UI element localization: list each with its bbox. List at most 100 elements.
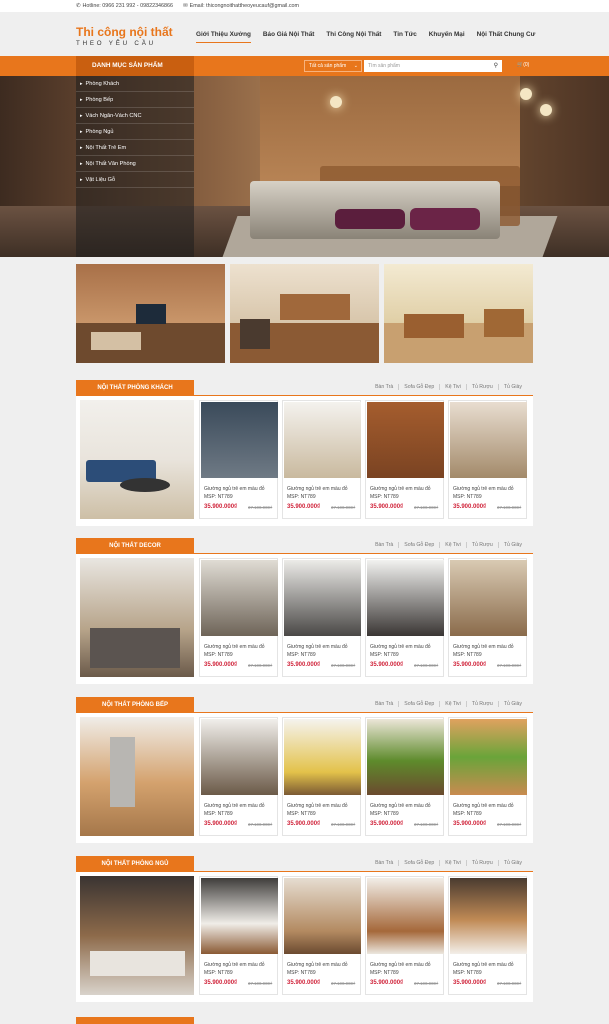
section-title[interactable]: NỘI THẤT PHÒNG BẾP bbox=[76, 697, 194, 713]
section-link[interactable]: Bàn Trà bbox=[370, 542, 398, 548]
section-link[interactable]: Sofa Gỗ Đẹp bbox=[398, 701, 439, 707]
product-name[interactable]: Giường ngủ trẻ em màu đỏ bbox=[287, 962, 348, 968]
section-link[interactable]: Tủ Giày bbox=[497, 860, 527, 866]
product-card[interactable]: Giường ngủ trẻ em màu đỏ MSP: NT789 35.9… bbox=[365, 876, 444, 995]
product-card[interactable]: Giường ngủ trẻ em màu đỏ MSP: NT789 35.9… bbox=[448, 717, 527, 836]
section-link[interactable]: Bàn Trà bbox=[370, 384, 398, 390]
section-link[interactable]: Kệ Tivi bbox=[439, 384, 466, 390]
product-card[interactable]: Giường ngủ trẻ em màu đỏ MSP: NT789 35.9… bbox=[448, 876, 527, 995]
product-image[interactable] bbox=[367, 719, 444, 795]
product-card[interactable]: Giường ngủ trẻ em màu đỏ MSP: NT789 35.9… bbox=[448, 400, 527, 519]
product-card[interactable]: Giường ngủ trẻ em màu đỏ MSP: NT789 35.9… bbox=[282, 876, 361, 995]
product-name[interactable]: Giường ngủ trẻ em màu đỏ bbox=[453, 803, 514, 809]
nav-tin-tuc[interactable]: Tin Tức bbox=[393, 31, 416, 43]
promo-banner[interactable] bbox=[230, 264, 379, 363]
product-name[interactable]: Giường ngủ trẻ em màu đỏ bbox=[287, 644, 348, 650]
nav-thi-cong-noi-that[interactable]: Thi Công Nội Thất bbox=[326, 31, 381, 43]
category-item-phong-ngu[interactable]: ▸ Phòng Ngủ bbox=[76, 124, 194, 140]
nav-khuyen-mai[interactable]: Khuyến Mại bbox=[429, 31, 465, 43]
section-link[interactable]: Sofa Gỗ Đẹp bbox=[398, 860, 439, 866]
product-image[interactable] bbox=[201, 560, 278, 636]
nav-noi-that-chung-cu[interactable]: Nội Thất Chung Cư bbox=[477, 31, 536, 43]
section-link[interactable]: Tủ Rượu bbox=[465, 701, 498, 707]
section-feature-image[interactable] bbox=[80, 876, 194, 995]
section-link[interactable]: Bàn Trà bbox=[370, 860, 398, 866]
product-name[interactable]: Giường ngủ trẻ em màu đỏ bbox=[370, 962, 431, 968]
section-title[interactable]: NỘI THẤT PHÒNG KHÁCH bbox=[76, 380, 194, 396]
product-card[interactable]: Giường ngủ trẻ em màu đỏ MSP: NT789 35.9… bbox=[365, 558, 444, 677]
product-image[interactable] bbox=[201, 402, 278, 478]
section-feature-image[interactable] bbox=[80, 558, 194, 677]
category-item-phong-bep[interactable]: ▸ Phòng Bếp bbox=[76, 92, 194, 108]
product-name[interactable]: Giường ngủ trẻ em màu đỏ bbox=[453, 644, 514, 650]
section-link[interactable]: Sofa Gỗ Đẹp bbox=[398, 384, 439, 390]
product-name[interactable]: Giường ngủ trẻ em màu đỏ bbox=[204, 486, 265, 492]
product-image[interactable] bbox=[284, 878, 361, 954]
product-image[interactable] bbox=[284, 560, 361, 636]
product-name[interactable]: Giường ngủ trẻ em màu đỏ bbox=[287, 803, 348, 809]
section-link[interactable]: Tủ Rượu bbox=[465, 860, 498, 866]
product-name[interactable]: Giường ngủ trẻ em màu đỏ bbox=[204, 803, 265, 809]
product-card[interactable]: Giường ngủ trẻ em màu đỏ MSP: NT789 35.9… bbox=[199, 400, 278, 519]
section-link[interactable]: Bàn Trà bbox=[370, 701, 398, 707]
search-input[interactable]: Tìm sản phẩm ⚲ bbox=[364, 60, 502, 72]
product-image[interactable] bbox=[201, 719, 278, 795]
product-image[interactable] bbox=[367, 402, 444, 478]
hotline[interactable]: ✆ Hotline: 0966 231 992 - 09822346866 bbox=[76, 3, 173, 9]
product-image[interactable] bbox=[284, 719, 361, 795]
product-image[interactable] bbox=[284, 402, 361, 478]
product-image[interactable] bbox=[201, 878, 278, 954]
product-image[interactable] bbox=[450, 402, 527, 478]
product-image[interactable] bbox=[450, 560, 527, 636]
section-link[interactable]: Tủ Rượu bbox=[465, 542, 498, 548]
product-card[interactable]: Giường ngủ trẻ em màu đỏ MSP: NT789 35.9… bbox=[282, 558, 361, 677]
product-card[interactable]: Giường ngủ trẻ em màu đỏ MSP: NT789 35.9… bbox=[282, 400, 361, 519]
section-title[interactable]: NỘI THẤT DECOR bbox=[76, 538, 194, 554]
product-name[interactable]: Giường ngủ trẻ em màu đỏ bbox=[204, 962, 265, 968]
section-link[interactable]: Kệ Tivi bbox=[439, 860, 466, 866]
search-icon[interactable]: ⚲ bbox=[494, 60, 498, 72]
category-item-van-phong[interactable]: ▸ Nội Thất Văn Phòng bbox=[76, 156, 194, 172]
section-feature-image[interactable] bbox=[80, 400, 194, 519]
product-image[interactable] bbox=[450, 719, 527, 795]
email[interactable]: ✉ Email: thicongnoithattheoyeucauf@gmail.… bbox=[183, 3, 299, 9]
section-link[interactable]: Tủ Giày bbox=[497, 384, 527, 390]
product-card[interactable]: Giường ngủ trẻ em màu đỏ MSP: NT789 35.9… bbox=[199, 717, 278, 836]
product-name[interactable]: Giường ngủ trẻ em màu đỏ bbox=[453, 486, 514, 492]
promo-banner[interactable] bbox=[76, 264, 225, 363]
product-card[interactable]: Giường ngủ trẻ em màu đỏ MSP: NT789 35.9… bbox=[199, 876, 278, 995]
section-link[interactable]: Kệ Tivi bbox=[439, 542, 466, 548]
category-menu-title[interactable]: DANH MỤC SẢN PHẨM bbox=[76, 56, 194, 76]
product-name[interactable]: Giường ngủ trẻ em màu đỏ bbox=[453, 962, 514, 968]
section-link[interactable]: Sofa Gỗ Đẹp bbox=[398, 542, 439, 548]
product-name[interactable]: Giường ngủ trẻ em màu đỏ bbox=[287, 486, 348, 492]
category-item-vat-lieu-go[interactable]: ▸ Vật Liệu Gỗ bbox=[76, 172, 194, 188]
category-item-vach-ngan[interactable]: ▸ Vách Ngăn-Vách CNC bbox=[76, 108, 194, 124]
section-feature-image[interactable] bbox=[80, 717, 194, 836]
product-name[interactable]: Giường ngủ trẻ em màu đỏ bbox=[370, 644, 431, 650]
product-name[interactable]: Giường ngủ trẻ em màu đỏ bbox=[370, 486, 431, 492]
product-card[interactable]: Giường ngủ trẻ em màu đỏ MSP: NT789 35.9… bbox=[282, 717, 361, 836]
product-card[interactable]: Giường ngủ trẻ em màu đỏ MSP: NT789 35.9… bbox=[365, 400, 444, 519]
product-card[interactable]: Giường ngủ trẻ em màu đỏ MSP: NT789 35.9… bbox=[448, 558, 527, 677]
product-image[interactable] bbox=[367, 560, 444, 636]
product-image[interactable] bbox=[450, 878, 527, 954]
product-card[interactable]: Giường ngủ trẻ em màu đỏ MSP: NT789 35.9… bbox=[199, 558, 278, 677]
nav-gioi-thieu-xuong[interactable]: Giới Thiệu Xưởng bbox=[196, 31, 251, 43]
nav-bao-gia-noi-that[interactable]: Báo Giá Nội Thất bbox=[263, 31, 314, 43]
product-name[interactable]: Giường ngủ trẻ em màu đỏ bbox=[370, 803, 431, 809]
category-select[interactable]: Tất cả sản phẩm ⌄ bbox=[304, 60, 362, 72]
section-link[interactable]: Tủ Giày bbox=[497, 701, 527, 707]
logo-title[interactable]: Thi công nội thất bbox=[76, 25, 173, 39]
category-item-phong-khach[interactable]: ▸ Phòng Khách bbox=[76, 76, 194, 92]
section-title[interactable]: NỘI THẤT PHÒNG NGỦ bbox=[76, 856, 194, 872]
section-link[interactable]: Tủ Rượu bbox=[465, 384, 498, 390]
section-link[interactable]: Kệ Tivi bbox=[439, 701, 466, 707]
cart-button[interactable]: 🛒(0) bbox=[517, 62, 529, 68]
product-image[interactable] bbox=[367, 878, 444, 954]
section-link[interactable]: Tủ Giày bbox=[497, 542, 527, 548]
product-name[interactable]: Giường ngủ trẻ em màu đỏ bbox=[204, 644, 265, 650]
product-card[interactable]: Giường ngủ trẻ em màu đỏ MSP: NT789 35.9… bbox=[365, 717, 444, 836]
promo-banner[interactable] bbox=[384, 264, 533, 363]
category-item-tre-em[interactable]: ▸ Nội Thất Trẻ Em bbox=[76, 140, 194, 156]
